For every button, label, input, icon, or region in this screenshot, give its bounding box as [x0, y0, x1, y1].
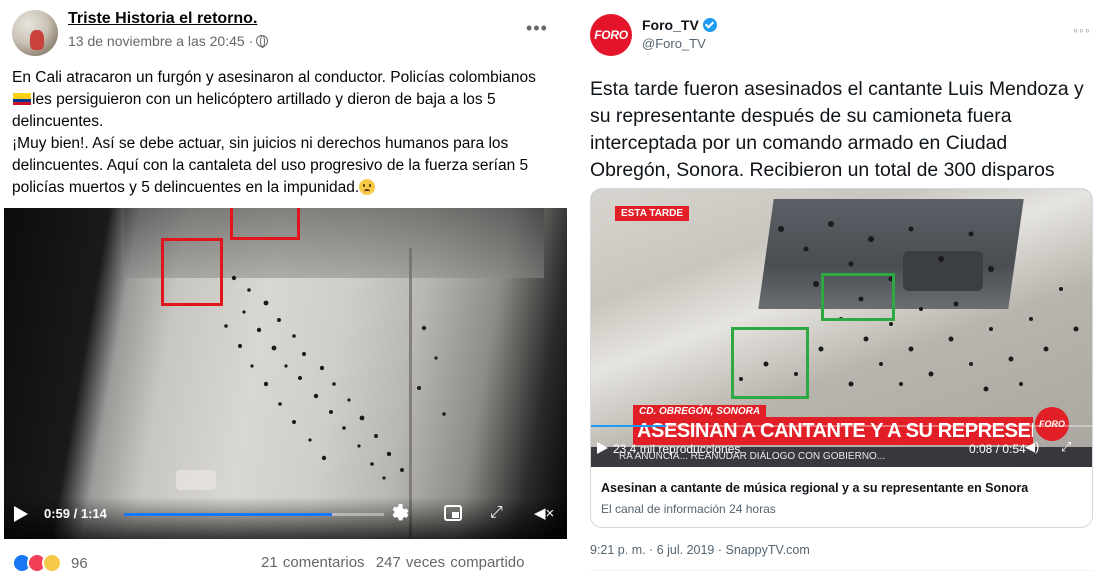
bullet-holes: [224, 275, 446, 480]
post-date[interactable]: 13 de noviembre a las 20:45 ·: [68, 33, 253, 49]
mute-icon[interactable]: ◀×: [534, 504, 554, 522]
display-name[interactable]: Foro_TV: [642, 17, 699, 33]
annotation-box-handle: [731, 327, 809, 399]
more-icon[interactable]: ◦◦◦: [1073, 22, 1091, 38]
verified-icon: [702, 18, 717, 32]
post-paragraph-1: En Cali atracaron un furgón y asesinaron…: [12, 67, 552, 133]
author-avatar[interactable]: [12, 10, 58, 56]
reactions-count: 96: [71, 554, 88, 572]
fullscreen-icon[interactable]: ⤢: [1061, 439, 1071, 455]
volume-icon[interactable]: ◀): [1025, 439, 1039, 455]
sad-face-icon: [359, 179, 376, 195]
video-player[interactable]: 0:59 / 1:14 ⤢ ◀×: [4, 208, 567, 539]
post-text-segment: En Cali atracaron un furgón y asesinaron…: [12, 69, 536, 86]
card-title[interactable]: Asesinan a cantante de música regional y…: [601, 481, 1028, 495]
video-time: 0:08 / 0:54: [969, 442, 1026, 456]
foro-tv-avatar[interactable]: FORO: [590, 14, 632, 56]
live-tag: ESTA TARDE: [615, 206, 690, 221]
video-progress-track[interactable]: [591, 425, 1092, 427]
post-text: En Cali atracaron un furgón y asesinaron…: [12, 67, 552, 199]
video-progress-fill: [124, 513, 332, 516]
user-handle[interactable]: @Foro_TV: [642, 36, 706, 51]
card-subtitle: El canal de información 24 horas: [601, 502, 776, 516]
foro-tv-logo: FORO: [1035, 407, 1069, 441]
settings-icon[interactable]: [389, 502, 411, 524]
shares-link[interactable]: 247 veces compartido: [376, 554, 525, 571]
play-icon[interactable]: [14, 506, 28, 522]
twitter-post: FORO Foro_TV @Foro_TV ◦◦◦ Esta tarde fue…: [576, 0, 1100, 588]
reactions[interactable]: 96: [12, 553, 88, 573]
post-paragraph-2: ¡Muy bien!. Así se debe actuar, sin juic…: [12, 133, 552, 199]
pip-icon[interactable]: [444, 505, 462, 521]
post-text-segment: ¡Muy bien!. Así se debe actuar, sin juic…: [12, 135, 529, 196]
display-name-row[interactable]: Foro_TV: [642, 17, 717, 33]
video-progress-track[interactable]: [124, 513, 384, 516]
facebook-post: Triste Historia el retorno. 13 de noviem…: [0, 0, 567, 588]
post-meta: 13 de noviembre a las 20:45 ·: [68, 33, 269, 49]
video-card[interactable]: ESTA TARDE CD. OBREGÓN, SONORA ASESINAN …: [590, 188, 1093, 528]
news-headline: ASESINAN A CANTANTE Y A SU REPRESENTANTE: [633, 417, 1033, 445]
post-text-segment: les persiguieron con un helicóptero arti…: [12, 91, 496, 130]
globe-icon: [256, 35, 269, 48]
comments-link[interactable]: 21 comentarios: [261, 554, 365, 571]
divider: [590, 570, 1093, 571]
play-icon[interactable]: [597, 442, 608, 454]
haha-reaction-icon: [42, 553, 62, 573]
expand-icon[interactable]: ⤢: [490, 504, 503, 522]
post-stats: 21 comentarios 247 veces compartido: [261, 554, 530, 571]
video-time: 0:59 / 1:14: [44, 506, 107, 521]
view-count: 23,4 mil reproducciones: [613, 442, 741, 456]
video-player[interactable]: ESTA TARDE CD. OBREGÓN, SONORA ASESINAN …: [591, 189, 1092, 467]
tweet-timestamp[interactable]: 9:21 p. m. · 6 jul. 2019 · SnappyTV.com: [590, 543, 810, 557]
tweet-text: Esta tarde fueron asesinados el cantante…: [590, 78, 1084, 181]
annotation-box-window: [821, 273, 895, 321]
annotation-box-window: [230, 208, 300, 240]
annotation-box-handle: [161, 238, 223, 306]
author-name[interactable]: Triste Historia el retorno.: [68, 10, 257, 28]
colombia-flag-icon: [13, 93, 31, 105]
more-options-icon[interactable]: •••: [526, 18, 548, 39]
